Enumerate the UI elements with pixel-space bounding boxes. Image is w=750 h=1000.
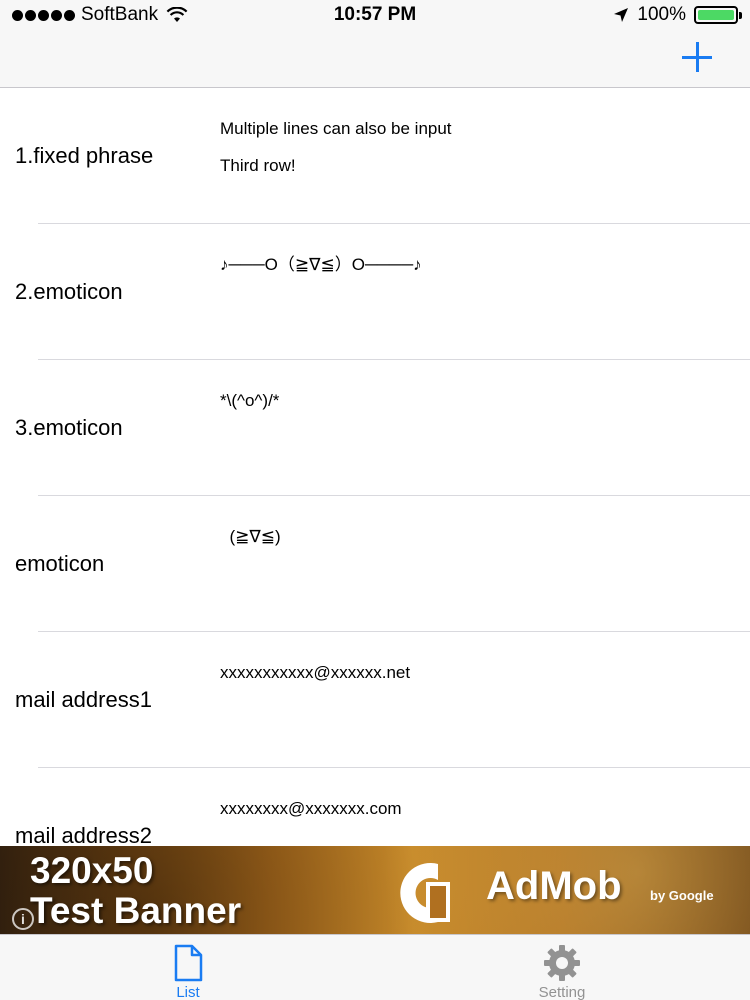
info-icon[interactable]: i [12, 908, 34, 930]
list-item-title: emoticon [15, 551, 105, 576]
add-button[interactable] [680, 40, 716, 76]
location-arrow-icon [614, 8, 629, 22]
list-item[interactable]: mail address2 xxxxxxxx@xxxxxxx.com [0, 768, 750, 846]
gear-icon [544, 945, 580, 981]
list-item-title: mail address2 [15, 823, 152, 846]
list-item[interactable]: 1.fixed phrase Multiple lines can also b… [0, 88, 750, 224]
list-item[interactable]: emoticon (≧∇≦) [0, 496, 750, 632]
admob-by-google: by Google [650, 888, 714, 903]
status-right: 100% [613, 4, 742, 26]
list-item-content: ♪───O（≧∇≦）O────♪ [220, 255, 422, 274]
ad-test-text: Test Banner [30, 890, 242, 931]
list-item-title: mail address1 [15, 687, 152, 712]
list-item-title: 3.emoticon [15, 415, 123, 440]
list-item-content: xxxxxxxxxxx@xxxxxx.net [220, 663, 411, 682]
battery-icon [694, 6, 742, 24]
tab-label: List [176, 984, 200, 1000]
list-item-content: xxxxxxxx@xxxxxxx.com [220, 799, 402, 818]
phrase-list: 1.fixed phrase Multiple lines can also b… [0, 88, 750, 846]
list-item[interactable]: 3.emoticon *\(^o^)/* [0, 360, 750, 496]
ad-banner[interactable]: 320x50 Test Banner i AdMob by Google [0, 846, 750, 934]
tab-bar: List Setting [0, 934, 750, 1000]
tab-label: Setting [538, 984, 586, 1000]
tab-list[interactable]: List [128, 943, 248, 1000]
list-item-content: Multiple lines can also be input Third r… [220, 119, 452, 175]
tab-setting[interactable]: Setting [502, 943, 622, 1000]
document-icon [174, 944, 203, 982]
list-item[interactable]: mail address1 xxxxxxxxxxx@xxxxxx.net [0, 632, 750, 768]
ad-size-text: 320x50 [30, 850, 154, 891]
battery-percentage: 100% [637, 4, 686, 25]
admob-logo-icon [400, 863, 450, 923]
list-item-content: (≧∇≦) [220, 527, 281, 546]
list-item[interactable]: 2.emoticon ♪───O（≧∇≦）O────♪ [0, 224, 750, 360]
status-bar: SoftBank 10:57 PM 100% [0, 0, 750, 30]
list-item-content: *\(^o^)/* [220, 391, 280, 410]
navigation-bar [0, 30, 750, 88]
battery-level [698, 10, 734, 20]
list-item-title: 2.emoticon [15, 279, 123, 304]
admob-brand: AdMob [486, 864, 622, 908]
list-item-title: 1.fixed phrase [15, 143, 154, 168]
